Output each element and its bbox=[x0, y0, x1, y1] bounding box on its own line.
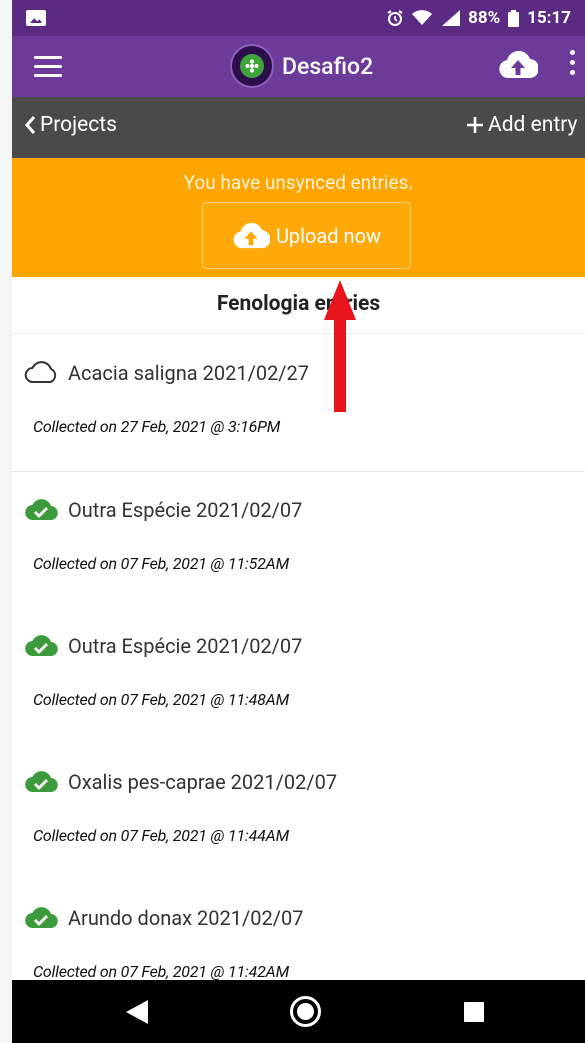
app-title-group: Desafio2 bbox=[230, 44, 373, 88]
clock: 15:17 bbox=[527, 8, 571, 28]
entry-collected-date: Collected on 07 Feb, 2021 @ 11:42AM bbox=[33, 962, 289, 981]
app-title: Desafio2 bbox=[282, 52, 374, 80]
cloud-check-icon bbox=[25, 499, 58, 521]
app-bar: Desafio2 bbox=[12, 36, 585, 97]
project-logo bbox=[230, 44, 274, 88]
home-circle-icon[interactable] bbox=[290, 996, 321, 1027]
hamburger-icon[interactable] bbox=[34, 56, 62, 78]
upload-now-label: Upload now bbox=[275, 223, 382, 248]
back-label: Projects bbox=[40, 113, 117, 137]
cloud-upload-icon bbox=[233, 222, 270, 248]
entry-title: Outra Espécie 2021/02/07 bbox=[68, 634, 303, 658]
entry-collected-date: Collected on 07 Feb, 2021 @ 11:44AM bbox=[33, 826, 289, 845]
chevron-left-icon bbox=[25, 116, 36, 134]
battery-percent: 88% bbox=[468, 8, 501, 28]
flower-icon bbox=[245, 59, 259, 73]
wifi-icon bbox=[412, 10, 433, 25]
battery-icon bbox=[508, 9, 520, 27]
phone-screen: 88% 15:17 Desafio2 Projects Add entry Yo… bbox=[12, 0, 585, 1043]
entry-title: Oxalis pes-caprae 2021/02/07 bbox=[68, 770, 338, 794]
entry-title: Outra Espécie 2021/02/07 bbox=[68, 498, 303, 522]
status-bar: 88% 15:17 bbox=[12, 0, 585, 36]
entry-collected-date: Collected on 07 Feb, 2021 @ 11:48AM bbox=[33, 690, 289, 709]
cloud-check-icon bbox=[25, 771, 58, 793]
cloud-check-icon bbox=[25, 635, 58, 657]
upload-now-button[interactable]: Upload now bbox=[202, 202, 411, 269]
entry-collected-date: Collected on 07 Feb, 2021 @ 11:52AM bbox=[33, 554, 289, 573]
cloud-outline-icon bbox=[24, 361, 57, 384]
unsynced-message: You have unsynced entries. bbox=[183, 171, 414, 194]
plus-icon bbox=[467, 117, 483, 133]
list-item[interactable]: Acacia saligna 2021/02/27 Collected on 2… bbox=[12, 335, 585, 472]
unsynced-banner: You have unsynced entries. Upload now bbox=[12, 158, 585, 277]
entry-title: Arundo donax 2021/02/07 bbox=[68, 906, 304, 930]
kebab-icon[interactable] bbox=[570, 50, 576, 80]
alarm-icon bbox=[387, 10, 403, 26]
list-item[interactable]: Outra Espécie 2021/02/07 Collected on 07… bbox=[12, 472, 585, 609]
add-entry-button[interactable]: Add entry bbox=[466, 113, 577, 137]
list-item[interactable]: Outra Espécie 2021/02/07 Collected on 07… bbox=[12, 608, 585, 745]
add-entry-label: Add entry bbox=[488, 113, 578, 137]
entries-title: Fenologia entries bbox=[12, 277, 585, 334]
annotation-arrow-icon bbox=[324, 280, 356, 412]
list-item[interactable]: Oxalis pes-caprae 2021/02/07 Collected o… bbox=[12, 744, 585, 881]
status-indicators: 88% 15:17 bbox=[386, 8, 571, 28]
system-navigation-bar bbox=[12, 980, 585, 1043]
gallery-notification-icon bbox=[26, 10, 46, 26]
cloud-check-icon bbox=[25, 907, 58, 929]
signal-icon bbox=[442, 10, 461, 26]
entry-collected-date: Collected on 27 Feb, 2021 @ 3:16PM bbox=[33, 417, 281, 436]
cloud-upload-icon[interactable] bbox=[498, 50, 540, 84]
nav-bar: Projects Add entry bbox=[12, 97, 585, 158]
entry-title: Acacia saligna 2021/02/27 bbox=[68, 361, 310, 385]
back-triangle-icon[interactable] bbox=[126, 1000, 148, 1024]
back-to-projects-button[interactable]: Projects bbox=[24, 113, 117, 137]
recent-apps-icon[interactable] bbox=[464, 1002, 484, 1022]
